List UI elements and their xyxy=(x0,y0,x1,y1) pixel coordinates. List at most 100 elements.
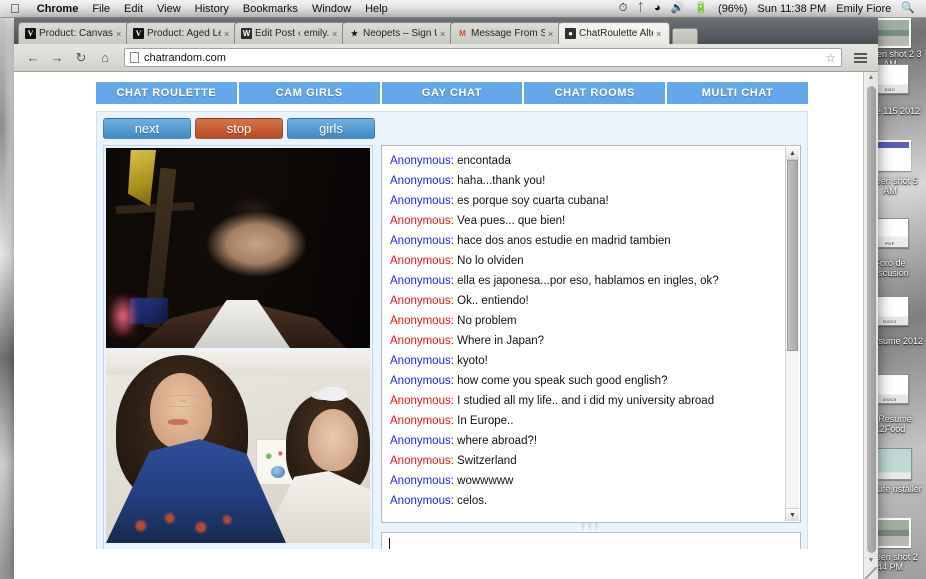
chat-scroll-thumb[interactable] xyxy=(787,160,798,352)
chat-message: Anonymous: Vea pues... que bien! xyxy=(390,211,782,231)
wifi-icon[interactable]: ◕ xyxy=(649,3,666,14)
reload-icon[interactable]: ↻ xyxy=(70,48,92,68)
chat-message-log[interactable]: Anonymous: encontada Anonymous: haha...th… xyxy=(381,145,801,523)
page-scroll-down-icon[interactable]: ▼ xyxy=(868,555,875,567)
menu-item-view[interactable]: View xyxy=(150,3,188,15)
chat-message-list: Anonymous: encontada Anonymous: haha...th… xyxy=(390,151,782,511)
tab-favicon-icon: V xyxy=(133,28,144,39)
chat-scroll-track[interactable] xyxy=(786,160,799,508)
chat-message-author: Anonymous: xyxy=(390,475,454,487)
apple-icon[interactable]:  xyxy=(10,2,20,15)
back-icon[interactable]: ← xyxy=(22,48,44,68)
battery-icon[interactable]: 🔋 xyxy=(689,3,713,14)
tab-favicon-icon: W xyxy=(241,28,252,39)
browser-tab-strip: VProduct: Canvas Authen×VProduct: Aged L… xyxy=(14,18,878,44)
browser-tab-5[interactable]: ●ChatRoulette Alternativ× xyxy=(558,22,670,44)
cam1-light xyxy=(108,294,138,338)
chat-message-author: Anonymous: xyxy=(390,195,454,207)
chat-message: Anonymous: celos. xyxy=(390,491,782,511)
chat-message: Anonymous: Where in Japan? xyxy=(390,331,782,351)
cam2-person2-face xyxy=(308,409,358,471)
chat-message-author: Anonymous: xyxy=(390,395,454,407)
forward-icon[interactable]: → xyxy=(46,48,68,68)
chat-message: Anonymous: In Europe.. xyxy=(390,411,782,431)
chat-control-row: next stop girls xyxy=(103,118,801,139)
chat-scroll-down-button[interactable]: ▼ xyxy=(786,508,799,521)
page-scrollbar[interactable]: ▲ ▼ xyxy=(863,72,878,579)
tab-title: Product: Aged Leather xyxy=(147,28,221,39)
chat-message-author: Anonymous: xyxy=(390,215,454,227)
volume-icon[interactable]: 🔊 xyxy=(666,3,690,14)
bluetooth-icon[interactable]: ᛏ xyxy=(632,3,649,14)
menu-item-window[interactable]: Window xyxy=(305,3,358,15)
page-viewport: CHAT ROULETTE CAM GIRLS GAY CHAT CHAT ROOMS… xyxy=(14,72,878,579)
tab-title: Message From Second L xyxy=(471,28,545,39)
browser-tab-3[interactable]: ★ Neopets – Sign Up with× xyxy=(342,22,454,44)
browser-tab-1[interactable]: VProduct: Aged Leather× xyxy=(126,22,238,44)
menu-bar-clock[interactable]: Sun 11:38 PM xyxy=(752,3,831,15)
remote-webcam-video[interactable] xyxy=(106,148,370,348)
page-scroll-thumb[interactable] xyxy=(866,86,876,553)
search-icon[interactable]: 🔍 xyxy=(896,3,920,14)
cam2-person1-glasses xyxy=(152,395,212,407)
browser-tab-4[interactable]: M Message From Second L× xyxy=(450,22,562,44)
next-button[interactable]: next xyxy=(103,118,191,139)
browser-tab-2[interactable]: WEdit Post ‹ emily.media× xyxy=(234,22,346,44)
chat-scroll-up-button[interactable]: ▲ xyxy=(786,147,799,160)
page-bottom-whitespace xyxy=(14,549,863,579)
tab-favicon-icon: V xyxy=(25,28,36,39)
hamburger-menu-icon[interactable] xyxy=(850,52,870,63)
stop-button[interactable]: stop xyxy=(195,118,283,139)
girls-button[interactable]: girls xyxy=(287,118,375,139)
window-resize-grip[interactable] xyxy=(864,567,878,579)
chat-message-author: Anonymous: xyxy=(390,495,454,507)
chat-resize-handle[interactable]: ⸮⸮⸮ xyxy=(381,522,801,532)
menu-item-edit[interactable]: Edit xyxy=(117,3,150,15)
chat-message-text: how come you speak such good english? xyxy=(457,375,668,387)
chat-message-text: Vea pues... que bien! xyxy=(457,215,566,227)
chat-log-scrollbar[interactable]: ▲ ▼ xyxy=(785,147,799,521)
tab-close-icon[interactable]: × xyxy=(116,29,124,39)
menu-bar-user[interactable]: Emily Fiore xyxy=(831,3,896,15)
tab-close-icon[interactable]: × xyxy=(332,29,340,39)
time-machine-icon[interactable]: ⏱ xyxy=(614,3,633,14)
local-webcam-video[interactable] xyxy=(106,351,370,543)
bookmark-star-icon[interactable]: ☆ xyxy=(825,51,836,65)
menu-item-file[interactable]: File xyxy=(85,3,117,15)
chat-message-text: Switzerland xyxy=(457,455,517,467)
site-nav-tab-4[interactable]: MULTI CHAT xyxy=(667,82,808,104)
menu-item-bookmarks[interactable]: Bookmarks xyxy=(236,3,305,15)
page-scroll-up-icon[interactable]: ▲ xyxy=(868,72,875,84)
tab-title: Neopets – Sign Up with xyxy=(363,28,437,39)
chat-message: Anonymous: Ok.. entiendo! xyxy=(390,291,782,311)
menu-item-help[interactable]: Help xyxy=(358,3,395,15)
new-tab-button[interactable] xyxy=(672,28,698,44)
chat-message-text: I studied all my life.. and i did my uni… xyxy=(457,395,715,407)
cam2-person2-bow xyxy=(318,387,348,401)
menu-item-chrome[interactable]: Chrome xyxy=(30,3,86,15)
tab-close-icon[interactable]: × xyxy=(224,29,232,39)
site-nav-tab-0[interactable]: CHAT ROULETTE xyxy=(96,82,237,104)
chat-message-author: Anonymous: xyxy=(390,155,454,167)
chat-message-author: Anonymous: xyxy=(390,375,454,387)
tab-close-icon[interactable]: × xyxy=(548,29,556,39)
address-bar[interactable]: chatrandom.com ☆ xyxy=(124,48,842,67)
site-content-wrapper: CHAT ROULETTE CAM GIRLS GAY CHAT CHAT ROOMS… xyxy=(96,72,808,578)
chat-message-text: hace dos anos estudie en madrid tambien xyxy=(457,235,671,247)
site-nav-tab-3[interactable]: CHAT ROOMS xyxy=(524,82,666,104)
chat-message: Anonymous: Switzerland xyxy=(390,451,782,471)
tab-close-icon[interactable]: × xyxy=(656,29,664,39)
home-icon[interactable]: ⌂ xyxy=(94,48,116,68)
site-nav-tab-2[interactable]: GAY CHAT xyxy=(381,82,523,104)
menu-item-history[interactable]: History xyxy=(188,3,236,15)
site-nav-tab-1[interactable]: CAM GIRLS xyxy=(238,82,380,104)
chat-message-text: haha...thank you! xyxy=(457,175,546,187)
chat-message-text: celos. xyxy=(457,495,488,507)
chat-message: Anonymous: haha...thank you! xyxy=(390,171,782,191)
tab-close-icon[interactable]: × xyxy=(440,29,448,39)
browser-tab-0[interactable]: VProduct: Canvas Authen× xyxy=(18,22,130,44)
tab-favicon-icon: M xyxy=(459,29,466,38)
chat-message-author: Anonymous: xyxy=(390,235,454,247)
tab-title: Edit Post ‹ emily.media xyxy=(255,28,329,39)
battery-percent: (96%) xyxy=(718,2,748,15)
